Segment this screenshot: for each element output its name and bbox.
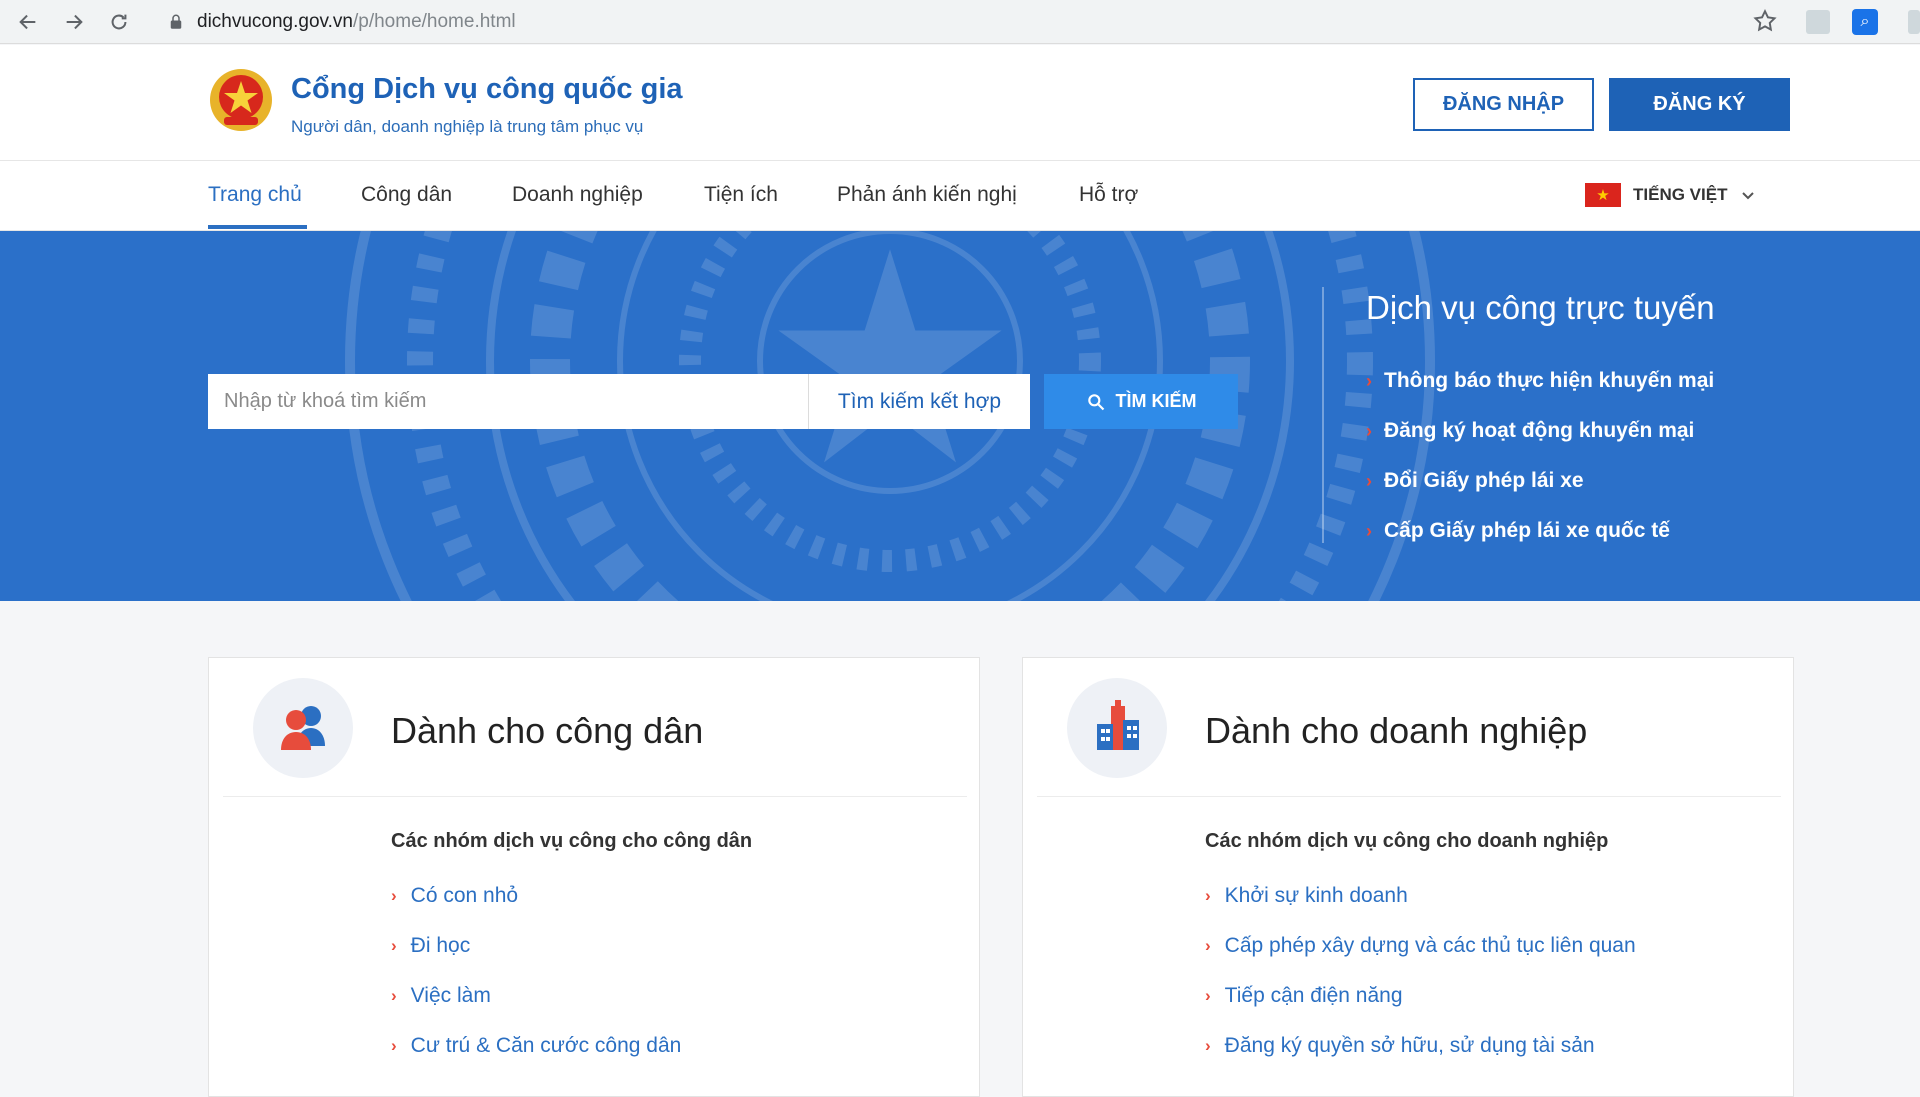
online-service-link[interactable]: › Cấp Giấy phép lái xe quốc tế	[1366, 506, 1714, 556]
online-service-link[interactable]: › Đăng ký hoạt động khuyến mại	[1366, 406, 1714, 456]
reload-icon[interactable]	[99, 2, 139, 42]
nav-citizen[interactable]: Công dân	[361, 183, 452, 207]
advanced-search-button[interactable]: Tìm kiếm kết hợp	[808, 374, 1030, 429]
citizen-service-link[interactable]: › Việc làm	[391, 971, 681, 1021]
hero-banner: Tìm kiếm kết hợp TÌM KIẾM Dịch vụ công t…	[0, 231, 1920, 601]
business-group-title: Các nhóm dịch vụ công cho doanh nghiệp	[1205, 830, 1609, 852]
citizen-card: Dành cho công dân Các nhóm dịch vụ công …	[208, 657, 980, 1097]
site-header: Cổng Dịch vụ công quốc gia Người dân, do…	[0, 45, 1920, 161]
login-button[interactable]: ĐĂNG NHẬP	[1413, 78, 1594, 131]
business-building-icon	[1067, 678, 1167, 778]
hero-divider	[1322, 287, 1324, 543]
chevron-right-icon: ›	[1205, 1036, 1211, 1055]
language-selector[interactable]: ★ TIẾNG VIỆT	[1585, 183, 1755, 207]
nav-home[interactable]: Trang chủ	[208, 183, 302, 207]
lock-icon	[170, 14, 182, 29]
business-service-list: › Khởi sự kinh doanh › Cấp phép xây dựng v…	[1205, 871, 1636, 1071]
online-service-link[interactable]: › Thông báo thực hiện khuyến mại	[1366, 356, 1714, 406]
chevron-down-icon	[1742, 192, 1755, 200]
nav-support[interactable]: Hỗ trợ	[1079, 183, 1138, 207]
bookmark-star-icon[interactable]	[1752, 8, 1778, 34]
nav-feedback[interactable]: Phản ánh kiến nghị	[837, 183, 1017, 207]
url-path: /p/home/home.html	[352, 11, 516, 32]
chevron-right-icon: ›	[391, 986, 397, 1005]
chevron-right-icon: ›	[1205, 986, 1211, 1005]
search-icon	[1087, 393, 1104, 410]
forward-icon[interactable]	[54, 2, 94, 42]
citizen-service-label: Có con nhỏ	[410, 884, 519, 907]
business-card: Dành cho doanh nghiệp Các nhóm dịch vụ c…	[1022, 657, 1794, 1097]
chevron-right-icon: ›	[391, 1036, 397, 1055]
extension-icon[interactable]	[1908, 10, 1920, 34]
citizen-icon	[253, 678, 353, 778]
vietnam-flag-icon: ★	[1585, 183, 1621, 207]
register-button[interactable]: ĐĂNG KÝ	[1609, 78, 1790, 131]
chevron-right-icon: ›	[391, 886, 397, 905]
citizen-service-label: Việc làm	[410, 984, 491, 1007]
business-service-label: Cấp phép xây dựng và các thủ tục liên qu…	[1224, 934, 1636, 957]
citizen-service-link[interactable]: › Đi học	[391, 921, 681, 971]
citizen-service-link[interactable]: › Cư trú & Căn cước công dân	[391, 1021, 681, 1071]
business-service-link[interactable]: › Đăng ký quyền sở hữu, sử dụng tài sản	[1205, 1021, 1636, 1071]
chevron-right-icon: ›	[1366, 470, 1372, 491]
browser-toolbar: dichvucong.gov.vn/p/home/home.html ⌕	[0, 0, 1920, 44]
chevron-right-icon: ›	[1205, 886, 1211, 905]
citizen-service-list: › Có con nhỏ › Đi học › Việc làm › Cư trú & …	[391, 871, 681, 1071]
citizen-service-link[interactable]: › Có con nhỏ	[391, 871, 681, 921]
card-divider	[223, 796, 967, 797]
nav-business[interactable]: Doanh nghiệp	[512, 183, 643, 207]
national-emblem-icon[interactable]	[208, 67, 274, 133]
business-service-link[interactable]: › Cấp phép xây dựng và các thủ tục liên q…	[1205, 921, 1636, 971]
chevron-right-icon: ›	[1366, 420, 1372, 441]
online-services-list: › Thông báo thực hiện khuyến mại › Đăng ký…	[1366, 356, 1714, 556]
back-icon[interactable]	[8, 2, 48, 42]
citizen-group-title: Các nhóm dịch vụ công cho công dân	[391, 830, 753, 852]
site-subtitle: Người dân, doanh nghiệp là trung tâm phụ…	[291, 117, 644, 136]
address-bar[interactable]: dichvucong.gov.vn/p/home/home.html	[155, 5, 1795, 39]
business-service-label: Khởi sự kinh doanh	[1224, 884, 1408, 907]
business-service-label: Tiếp cận điện năng	[1224, 984, 1403, 1007]
chevron-right-icon: ›	[391, 936, 397, 955]
citizen-service-label: Cư trú & Căn cước công dân	[410, 1034, 682, 1057]
nav-active-indicator	[208, 225, 307, 229]
nav-utilities[interactable]: Tiện ích	[704, 183, 778, 207]
chevron-right-icon: ›	[1205, 936, 1211, 955]
business-card-title[interactable]: Dành cho doanh nghiệp	[1205, 710, 1587, 752]
site-title[interactable]: Cổng Dịch vụ công quốc gia	[291, 73, 683, 106]
search-extension-icon[interactable]: ⌕	[1852, 9, 1878, 35]
language-label: TIẾNG VIỆT	[1633, 185, 1728, 204]
online-service-link[interactable]: › Đổi Giấy phép lái xe	[1366, 456, 1714, 506]
business-service-link[interactable]: › Khởi sự kinh doanh	[1205, 871, 1636, 921]
business-service-link[interactable]: › Tiếp cận điện năng	[1205, 971, 1636, 1021]
online-service-label: Đăng ký hoạt động khuyến mại	[1384, 419, 1695, 442]
chevron-right-icon: ›	[1366, 520, 1372, 541]
citizen-service-label: Đi học	[410, 934, 471, 957]
card-divider	[1037, 796, 1781, 797]
chevron-right-icon: ›	[1366, 370, 1372, 391]
main-nav: Trang chủ Công dân Doanh nghiệp Tiện ích…	[0, 161, 1920, 231]
search-button[interactable]: TÌM KIẾM	[1044, 374, 1238, 429]
search-button-label: TÌM KIẾM	[1115, 391, 1197, 411]
online-service-label: Thông báo thực hiện khuyến mại	[1384, 369, 1715, 392]
search-input[interactable]	[208, 374, 808, 429]
business-service-label: Đăng ký quyền sở hữu, sử dụng tài sản	[1224, 1034, 1595, 1057]
online-services-title: Dịch vụ công trực tuyến	[1366, 289, 1715, 326]
url-domain: dichvucong.gov.vn	[197, 11, 353, 32]
extension-icon[interactable]	[1806, 10, 1830, 34]
citizen-card-title[interactable]: Dành cho công dân	[391, 710, 703, 752]
online-service-label: Đổi Giấy phép lái xe	[1384, 469, 1584, 492]
online-service-label: Cấp Giấy phép lái xe quốc tế	[1384, 519, 1670, 542]
